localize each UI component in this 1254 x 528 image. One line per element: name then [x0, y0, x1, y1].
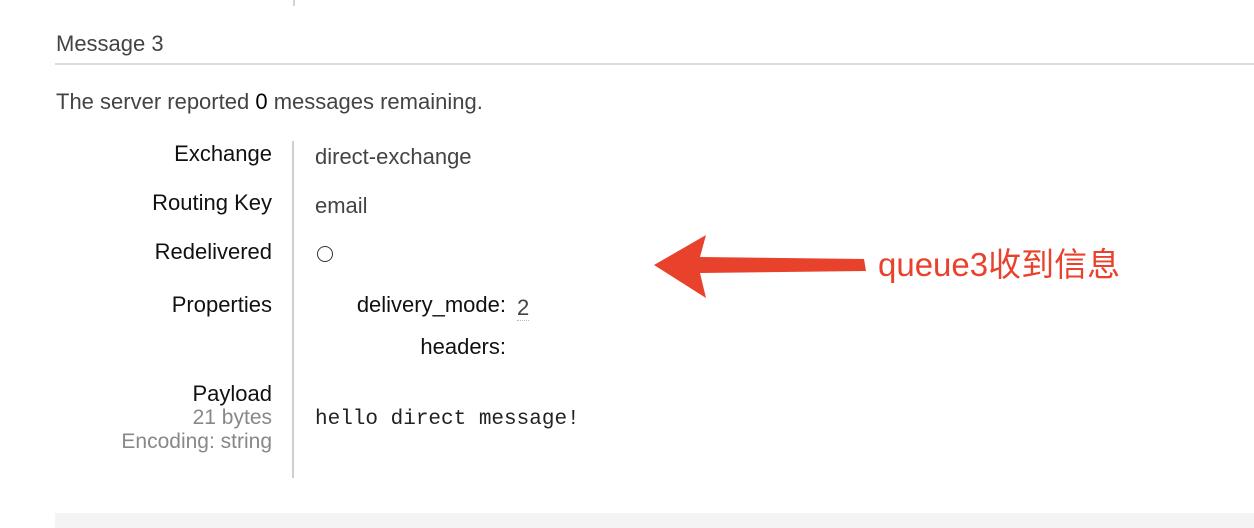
- annotation-arrow-icon: [654, 235, 866, 298]
- summary-prefix: The server reported: [56, 89, 250, 114]
- message-title: Message 3: [56, 31, 164, 56]
- server-summary: The server reported 0 messages remaining…: [56, 89, 483, 115]
- summary-suffix: messages remaining.: [273, 89, 483, 114]
- annotation-text: queue3收到信息: [878, 246, 1121, 283]
- previous-section-divider: [293, 0, 295, 6]
- redelivered-label: Redelivered: [154, 239, 272, 264]
- payload-label: Payload: [192, 381, 272, 406]
- property-key-headers: headers:: [420, 334, 506, 359]
- properties-label: Properties: [171, 292, 272, 317]
- payload-value: hello direct message!: [315, 408, 580, 431]
- property-key-delivery-mode: delivery_mode:: [356, 292, 506, 317]
- exchange-label: Exchange: [174, 141, 272, 166]
- payload-encoding: Encoding: string: [121, 430, 272, 453]
- routing-key-value: email: [315, 193, 368, 218]
- field-divider: [292, 141, 294, 478]
- exchange-value: direct-exchange: [315, 144, 472, 169]
- remaining-count: 0: [255, 89, 268, 114]
- property-value-delivery-mode: 2: [517, 295, 530, 321]
- routing-key-label: Routing Key: [152, 190, 272, 215]
- payload-size: 21 bytes: [192, 406, 272, 429]
- next-section-panel: [55, 513, 1254, 528]
- message-title-rule: [55, 63, 1254, 65]
- redelivered-indicator-icon: [317, 246, 333, 262]
